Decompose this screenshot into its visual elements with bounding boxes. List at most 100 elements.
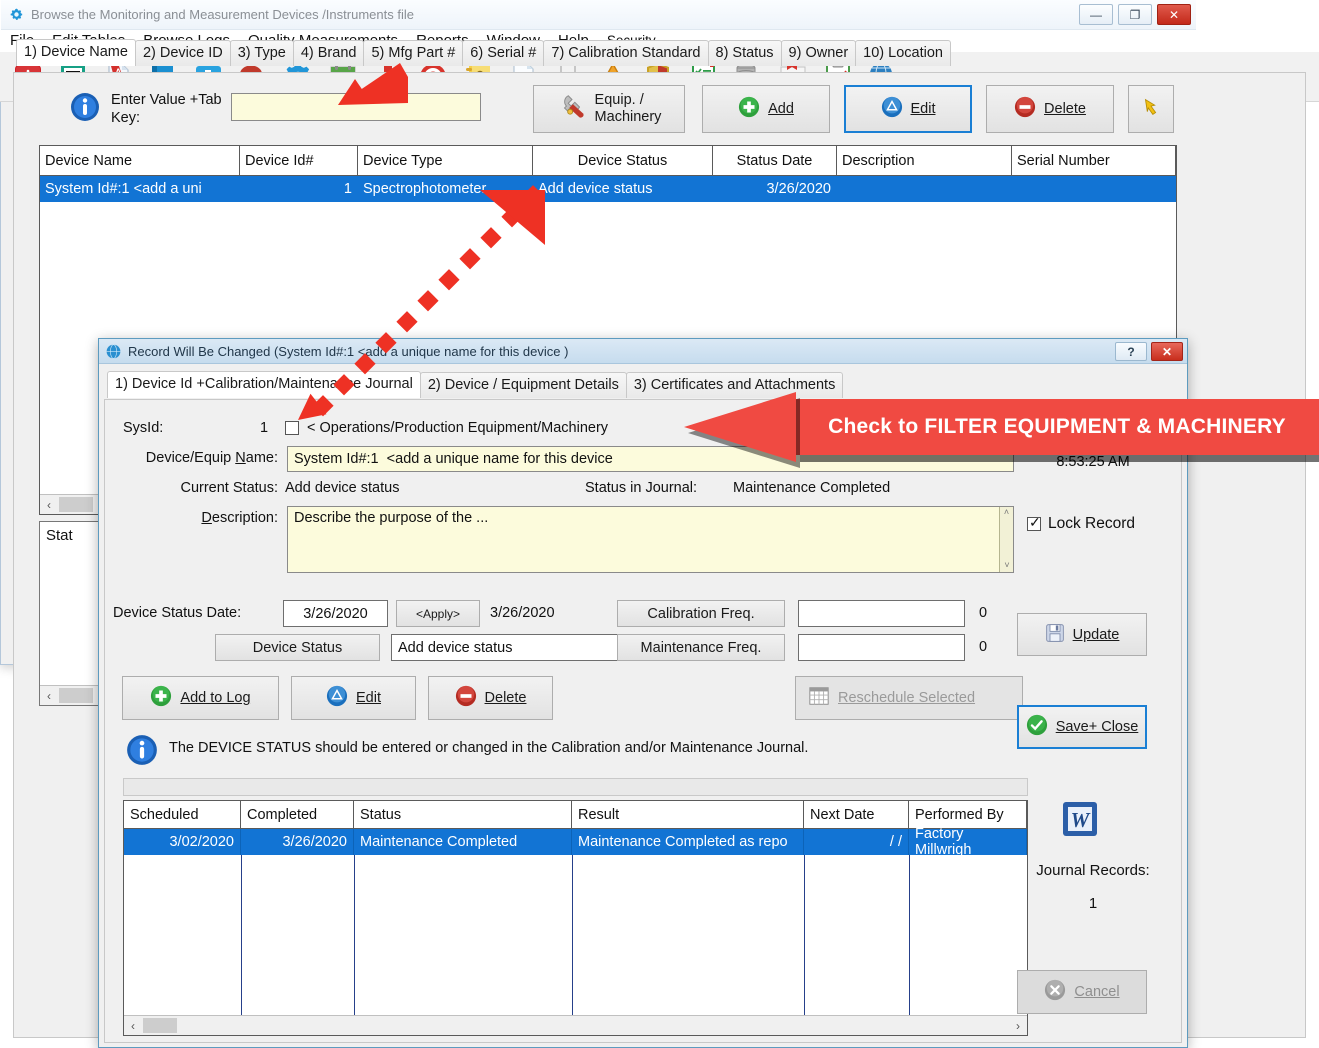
device-status-button[interactable]: Device Status [215, 634, 380, 661]
globe-blue-icon [106, 344, 121, 359]
tab-type[interactable]: 3) Type [230, 40, 294, 66]
tab-location[interactable]: 10) Location [855, 40, 951, 66]
tab-device-equipment-details[interactable]: 2) Device / Equipment Details [420, 372, 627, 398]
tab-device-id[interactable]: 2) Device ID [135, 40, 231, 66]
svg-text:W: W [1071, 808, 1091, 832]
description-label: Description: [113, 510, 278, 526]
calibration-freq-count: 0 [979, 605, 987, 621]
yellow-undo-arrow-icon [1140, 96, 1162, 122]
delete-button[interactable]: Delete [986, 85, 1114, 133]
close-button[interactable]: ✕ [1151, 342, 1183, 361]
col-result: Result [572, 801, 804, 828]
apply-button[interactable]: <Apply> [396, 600, 480, 627]
journal-edit-button[interactable]: Edit [291, 676, 416, 720]
cell-status: Maintenance Completed [354, 829, 572, 855]
cell-completed: 3/26/2020 [241, 829, 354, 855]
record-dialog-tabs: 1) Device Id +Calibration/Maintenance Jo… [99, 371, 1187, 398]
scroll-thumb[interactable] [59, 688, 93, 703]
current-status-value: Add device status [285, 480, 399, 496]
cell-next-date: / / [804, 829, 909, 855]
journal-grid-hscrollbar[interactable]: ‹ › [124, 1015, 1027, 1035]
search-input[interactable] [231, 93, 481, 121]
cell-device-status: Add device status [533, 176, 713, 202]
close-button[interactable]: ✕ [1157, 4, 1191, 25]
tab-mfg-part[interactable]: 5) Mfg Part # [363, 40, 463, 66]
info-icon [69, 91, 101, 123]
current-status-label: Current Status: [113, 480, 278, 496]
col-completed: Completed [241, 801, 354, 828]
devices-grid-header: Device Name Device Id# Device Type Devic… [40, 146, 1176, 176]
record-dialog-right-panel: Last Saved: 3/26/2020 8:53:25 AM Lock Re… [1013, 400, 1173, 1042]
save-close-label: Save+ Close [1056, 719, 1139, 735]
journal-delete-button[interactable]: Delete [428, 676, 553, 720]
device-status-note: The DEVICE STATUS should be entered or c… [169, 740, 808, 756]
add-to-log-button[interactable]: Add to Log [122, 676, 279, 720]
device-status-date-input[interactable] [283, 600, 388, 627]
scroll-down-icon[interactable]: ˅ [1000, 560, 1014, 570]
scroll-up-icon[interactable]: ˄ [1000, 507, 1013, 517]
col-performed-by: Performed By [909, 801, 1027, 828]
tab-device-id-journal[interactable]: 1) Device Id +Calibration/Maintenance Jo… [107, 371, 421, 398]
tab-status[interactable]: 8) Status [708, 40, 782, 66]
calibration-freq-input[interactable] [798, 600, 965, 627]
tab-serial[interactable]: 6) Serial # [462, 40, 544, 66]
add-button[interactable]: Add [702, 85, 830, 133]
cell-scheduled: 3/02/2020 [124, 829, 241, 855]
sublist-label: Stat [40, 522, 79, 549]
scroll-left-icon[interactable]: ‹ [40, 689, 58, 703]
maintenance-freq-count: 0 [979, 639, 987, 655]
scroll-thumb[interactable] [59, 497, 93, 512]
col-next-date: Next Date [804, 801, 909, 828]
tab-certificates-attachments[interactable]: 3) Certificates and Attachments [626, 372, 844, 398]
scroll-thumb[interactable] [143, 1018, 177, 1033]
cell-device-type: Spectrophotometer [358, 176, 533, 202]
calibration-freq-button[interactable]: Calibration Freq. [617, 600, 785, 627]
description-vscrollbar[interactable]: ˄ ˅ [999, 507, 1013, 572]
scroll-left-icon[interactable]: ‹ [40, 498, 58, 512]
table-row[interactable]: 3/02/2020 3/26/2020 Maintenance Complete… [124, 829, 1027, 855]
lock-record-checkbox[interactable] [1027, 517, 1041, 531]
sysid-label: SysId: [123, 420, 163, 436]
cell-performed-by: Factory Millwrigh [909, 829, 1027, 855]
filter-equipment-checkbox[interactable] [285, 421, 299, 435]
info-icon [125, 733, 159, 772]
update-button[interactable]: Update [1017, 613, 1147, 656]
journal-records-label: Journal Records: [1013, 862, 1173, 879]
tab-owner[interactable]: 9) Owner [781, 40, 857, 66]
maintenance-freq-button[interactable]: Maintenance Freq. [617, 634, 785, 661]
search-row: Enter Value +TabKey: Equip. /Machinery [14, 81, 1305, 139]
browse-window-titlebar: Browse the Monitoring and Measurement De… [1, 0, 1196, 30]
search-label: Enter Value +TabKey: [111, 91, 241, 127]
tab-device-name[interactable]: 1) Device Name [16, 39, 136, 66]
description-textarea[interactable]: Describe the purpose of the ... ˄ ˅ [287, 506, 1014, 573]
maximize-button[interactable]: ❐ [1118, 4, 1152, 25]
device-name-label: Device/Equip Name: [113, 450, 278, 466]
tab-brand[interactable]: 4) Brand [293, 40, 365, 66]
cell-serial-number [1012, 176, 1176, 202]
lock-record-row[interactable]: Lock Record [1027, 515, 1135, 533]
description-value: Describe the purpose of the ... [294, 510, 488, 526]
tab-calibration-standard[interactable]: 7) Calibration Standard [543, 40, 708, 66]
journal-records-value: 1 [1013, 895, 1173, 912]
blue-triangle-icon [326, 685, 348, 711]
maintenance-freq-input[interactable] [798, 634, 965, 661]
device-status-date-label: Device Status Date: [113, 605, 241, 621]
undo-button[interactable] [1128, 85, 1174, 133]
sysid-value: 1 [260, 420, 268, 436]
red-minus-icon [455, 685, 477, 711]
device-name-input[interactable] [287, 446, 1014, 472]
scroll-left-icon[interactable]: ‹ [124, 1019, 142, 1033]
filter-equipment-label: < Operations/Production Equipment/Machin… [307, 420, 608, 436]
save-close-button[interactable]: Save+ Close [1017, 705, 1147, 749]
cell-status-date: 3/26/2020 [713, 176, 837, 202]
edit-button[interactable]: Edit [844, 85, 972, 133]
help-button[interactable]: ? [1115, 342, 1147, 361]
table-row[interactable]: System Id#:1 <add a uni 1 Spectrophotome… [40, 176, 1176, 202]
equip-machinery-button[interactable]: Equip. /Machinery [533, 85, 685, 133]
minimize-button[interactable]: — [1079, 4, 1113, 25]
last-saved-label: Last Saved: [1013, 410, 1173, 426]
applied-date-value: 3/26/2020 [490, 605, 555, 621]
col-status: Status [354, 801, 572, 828]
journal-grid[interactable]: Scheduled Completed Status Result Next D… [123, 800, 1028, 1036]
word-document-icon[interactable]: W [1059, 798, 1101, 845]
